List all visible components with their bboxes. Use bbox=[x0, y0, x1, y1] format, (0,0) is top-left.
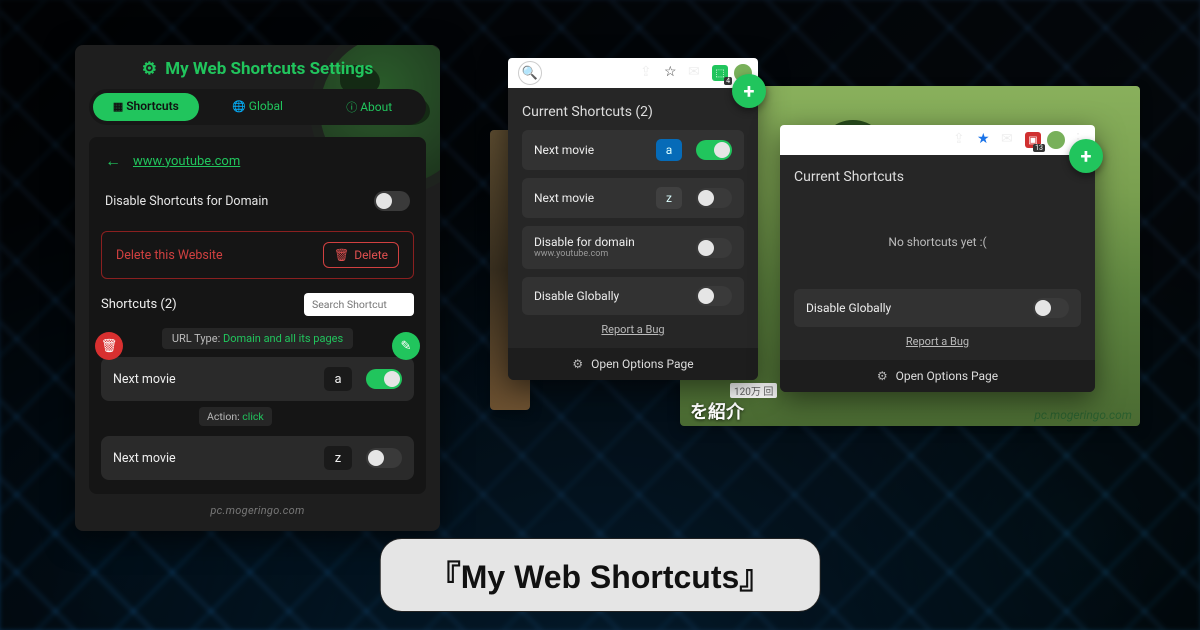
delete-website-section: Delete this Website 🗑 Delete bbox=[101, 231, 414, 279]
action-pill: Action: click bbox=[199, 407, 272, 426]
search-icon[interactable]: 🔍 bbox=[518, 61, 542, 85]
tab-shortcuts[interactable]: ▦Shortcuts bbox=[93, 93, 199, 121]
tab-global[interactable]: 🌐Global bbox=[205, 93, 311, 121]
shortcut-name: Next movie bbox=[113, 372, 324, 387]
page-title-bubble: 『My Web Shortcuts』 bbox=[380, 538, 821, 612]
disable-global-row: Disable Globally bbox=[794, 289, 1081, 327]
settings-window: ⚙ My Web Shortcuts Settings ▦Shortcuts 🌐… bbox=[75, 45, 440, 531]
disable-global-row: Disable Globally bbox=[522, 277, 744, 315]
notification-badge-icon[interactable]: ▣ bbox=[1025, 132, 1041, 148]
delete-shortcut-button[interactable]: 🗑 bbox=[95, 332, 123, 360]
shortcut-name: Next movie bbox=[534, 191, 656, 205]
shortcut-key-badge: z bbox=[324, 446, 352, 470]
popup-empty: ⇪ ★ ✉ ▣ ⋮ + Current Shortcuts No shortcu… bbox=[780, 125, 1095, 392]
disable-global-toggle[interactable] bbox=[696, 286, 732, 306]
popup-shortcut-row: Next movie z bbox=[522, 178, 744, 218]
disable-domain-toggle[interactable] bbox=[374, 191, 410, 211]
shortcut-key-badge: z bbox=[656, 187, 682, 209]
shortcuts-count-label: Shortcuts (2) bbox=[101, 297, 177, 312]
mail-icon[interactable]: ✉ bbox=[688, 64, 706, 82]
mail-icon[interactable]: ✉ bbox=[1001, 131, 1019, 149]
add-shortcut-fab[interactable]: + bbox=[1069, 139, 1103, 173]
star-icon[interactable]: ★ bbox=[977, 131, 995, 149]
disable-domain-label: Disable for domain bbox=[534, 235, 696, 249]
bg-site-watermark: pc.mogeringo.com bbox=[1034, 408, 1132, 422]
bg-jp-caption: を紹介 bbox=[690, 398, 744, 424]
url-type-pill: URL Type: Domain and all its pages bbox=[162, 328, 353, 349]
delete-website-label: Delete this Website bbox=[116, 248, 223, 263]
shortcut-toggle[interactable] bbox=[366, 369, 402, 389]
trash-icon: 🗑 bbox=[334, 248, 349, 262]
extension-badge-icon[interactable]: ⬚ bbox=[712, 65, 728, 81]
star-icon[interactable]: ☆ bbox=[664, 64, 682, 82]
gear-icon: ⚙ bbox=[877, 369, 888, 383]
browser-toolbar: 🔍 ⇪ ☆ ✉ ⬚ bbox=[508, 58, 758, 88]
open-options-button[interactable]: ⚙ Open Options Page bbox=[508, 348, 758, 380]
popup-title: Current Shortcuts (2) bbox=[522, 104, 744, 120]
disable-domain-sublabel: www.youtube.com bbox=[534, 249, 696, 260]
search-shortcut-input[interactable] bbox=[304, 293, 414, 316]
share-icon[interactable]: ⇪ bbox=[640, 64, 658, 82]
shortcut-key-badge: a bbox=[656, 139, 682, 161]
bg-view-count: 120万 回 bbox=[730, 383, 777, 398]
settings-title: ⚙ My Web Shortcuts Settings bbox=[89, 55, 426, 89]
popup-shortcut-row: Next movie a bbox=[522, 130, 744, 170]
shortcut-toggle[interactable] bbox=[696, 188, 732, 208]
info-icon: ⓘ bbox=[346, 101, 357, 114]
disable-global-toggle[interactable] bbox=[1033, 298, 1069, 318]
delete-button[interactable]: 🗑 Delete bbox=[323, 242, 399, 268]
tab-about[interactable]: ⓘAbout bbox=[316, 93, 422, 121]
disable-domain-row: Disable for domain www.youtube.com bbox=[522, 226, 744, 269]
empty-state-text: No shortcuts yet :( bbox=[794, 195, 1081, 289]
share-icon[interactable]: ⇪ bbox=[953, 131, 971, 149]
domain-panel: ← www.youtube.com Disable Shortcuts for … bbox=[89, 137, 426, 494]
shortcut-row: Next movie z bbox=[101, 436, 414, 480]
report-bug-link[interactable]: Report a Bug bbox=[794, 335, 1081, 348]
open-options-button[interactable]: ⚙ Open Options Page bbox=[780, 360, 1095, 392]
list-icon: ▦ bbox=[113, 100, 123, 113]
shortcut-toggle[interactable] bbox=[366, 448, 402, 468]
globe-icon: 🌐 bbox=[232, 100, 246, 113]
shortcut-row: Next movie a bbox=[101, 357, 414, 401]
shortcut-toggle[interactable] bbox=[696, 140, 732, 160]
shortcut-name: Next movie bbox=[534, 143, 656, 157]
gear-icon: ⚙ bbox=[142, 59, 157, 79]
edit-shortcut-button[interactable]: ✎ bbox=[392, 332, 420, 360]
report-bug-link[interactable]: Report a Bug bbox=[522, 323, 744, 336]
gear-icon: ⚙ bbox=[572, 357, 583, 371]
shortcut-name: Next movie bbox=[113, 451, 324, 466]
back-arrow-icon[interactable]: ← bbox=[105, 151, 121, 171]
settings-tabs: ▦Shortcuts 🌐Global ⓘAbout bbox=[89, 89, 426, 125]
add-shortcut-fab[interactable]: + bbox=[732, 74, 766, 108]
disable-global-label: Disable Globally bbox=[534, 289, 696, 303]
disable-domain-toggle[interactable] bbox=[696, 238, 732, 258]
browser-toolbar: ⇪ ★ ✉ ▣ ⋮ bbox=[780, 125, 1095, 155]
disable-domain-label: Disable Shortcuts for Domain bbox=[105, 194, 268, 209]
watermark-text: pc.mogeringo.com bbox=[89, 504, 426, 517]
popup-shortcuts: 🔍 ⇪ ☆ ✉ ⬚ + Current Shortcuts (2) Next m… bbox=[508, 60, 758, 380]
shortcut-key-badge: a bbox=[324, 367, 352, 391]
domain-url-link[interactable]: www.youtube.com bbox=[133, 154, 240, 169]
popup-title: Current Shortcuts bbox=[794, 169, 1081, 185]
disable-global-label: Disable Globally bbox=[806, 301, 1033, 315]
avatar-icon[interactable] bbox=[1047, 131, 1065, 149]
